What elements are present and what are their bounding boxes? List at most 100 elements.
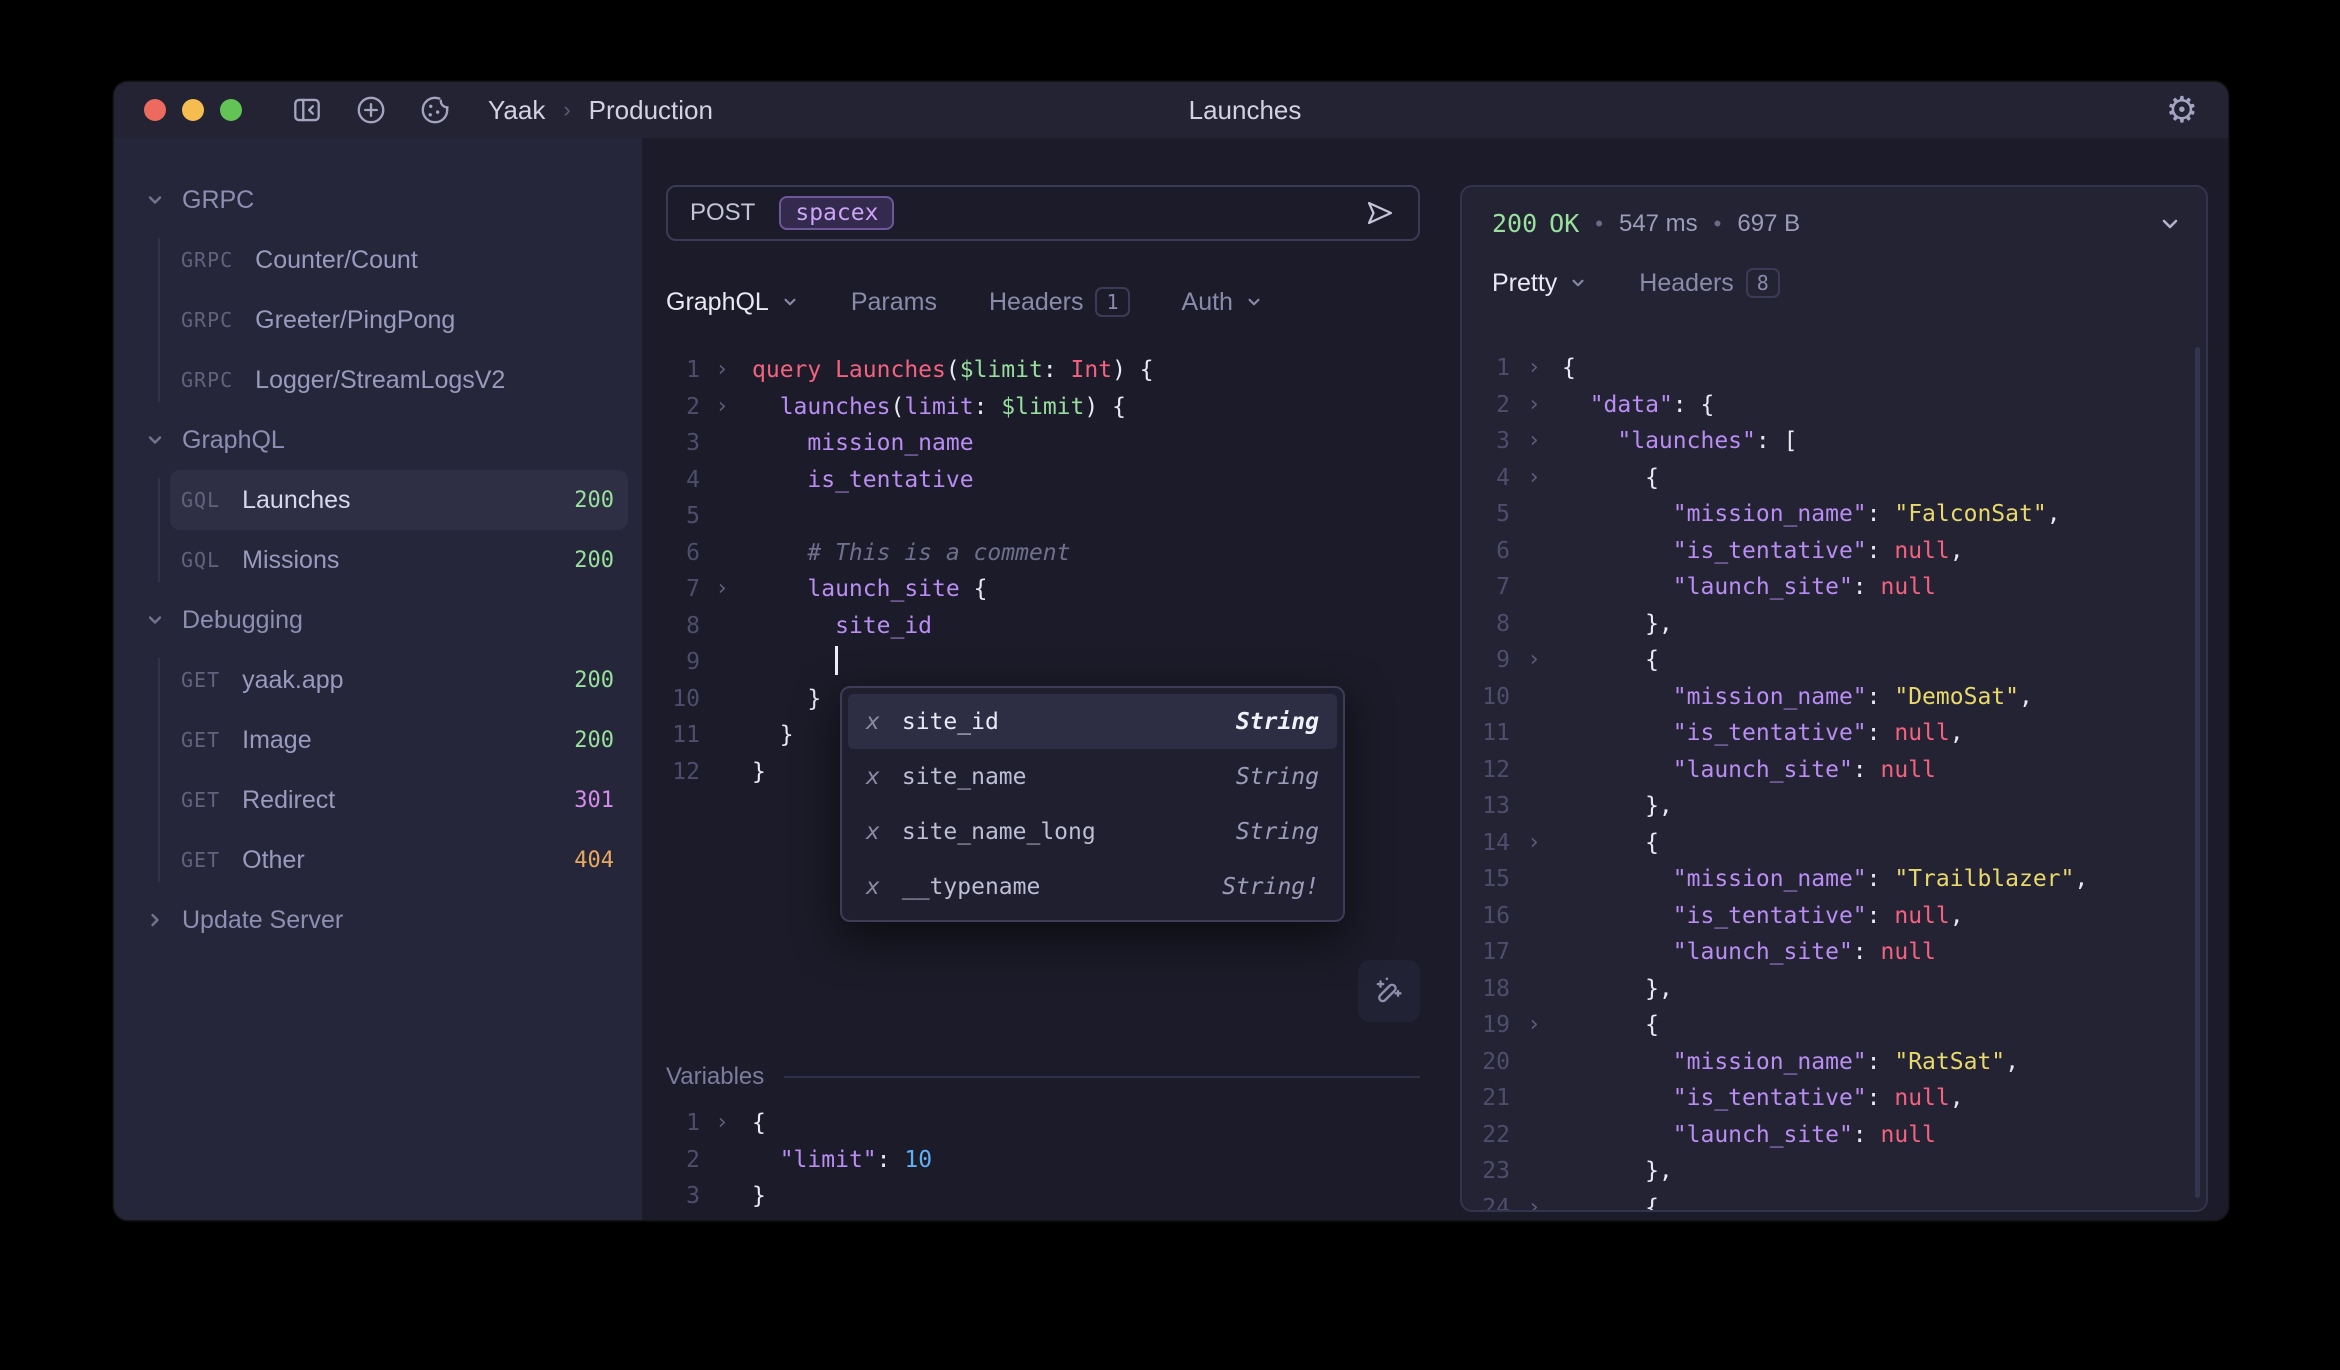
minimize-window-button[interactable] (182, 99, 204, 121)
tab-label: Auth (1182, 288, 1233, 317)
line-number: 18 (1482, 971, 1510, 1008)
tab-params[interactable]: Params (851, 288, 937, 317)
code-line: 12 "launch_site": null (1482, 752, 2206, 789)
line-number: 5 (1482, 496, 1510, 533)
toggle-sidebar-icon[interactable] (290, 93, 324, 127)
code-line: 18 }, (1482, 971, 2206, 1008)
url-template-pill[interactable]: spacex (779, 196, 894, 230)
line-number: 21 (1482, 1080, 1510, 1117)
request-name: Other (242, 846, 305, 875)
breadcrumb-workspace[interactable]: Production (589, 95, 713, 126)
autocomplete-dropdown: xsite_idStringxsite_nameStringxsite_name… (840, 686, 1345, 922)
code-line: 3 mission_name (666, 425, 1420, 462)
fold-chevron-icon[interactable]: › (1510, 350, 1558, 387)
variables-divider (784, 1076, 1420, 1078)
status-badge: 301 (574, 788, 614, 813)
code-line: 16 "is_tentative": null, (1482, 898, 2206, 935)
line-number: 3 (1482, 423, 1510, 460)
cookies-icon[interactable] (418, 93, 452, 127)
code-line: 3} (666, 1178, 1420, 1215)
tab-pretty[interactable]: Pretty (1492, 269, 1587, 298)
line-number: 6 (1482, 533, 1510, 570)
response-body-viewer[interactable]: 1›{2› "data": {3› "launches": [4› {5 "mi… (1462, 350, 2206, 1210)
code-text: launch_site { (744, 571, 987, 608)
request-method-label: GET (181, 788, 220, 812)
settings-gear-icon[interactable]: ⚙ (2166, 92, 2198, 128)
sidebar-item-image[interactable]: GETImage200 (170, 710, 628, 770)
autocomplete-item-site-id[interactable]: xsite_idString (848, 694, 1337, 749)
autocomplete-item-site-name-long[interactable]: xsite_name_longString (848, 804, 1337, 859)
code-line: 9› { (1482, 642, 2206, 679)
new-request-icon[interactable] (354, 93, 388, 127)
collapse-response-icon[interactable] (2158, 212, 2182, 236)
sidebar-item-missions[interactable]: GQLMissions200 (170, 530, 628, 590)
line-number: 1 (666, 352, 700, 389)
fold-chevron-icon[interactable]: › (1510, 423, 1558, 460)
sidebar-folder-debugging[interactable]: Debugging (114, 590, 642, 650)
sidebar-item-counter-count[interactable]: GRPCCounter/Count (170, 230, 628, 290)
fold-chevron-icon[interactable]: › (700, 352, 744, 389)
sidebar-item-launches[interactable]: GQLLaunches200 (170, 470, 628, 530)
code-text: { (1558, 460, 1659, 497)
line-number: 7 (1482, 569, 1510, 606)
sidebar-section-debugging: DebuggingGETyaak.app200GETImage200GETRed… (114, 590, 642, 890)
sidebar-item-logger-streamlogsv2[interactable]: GRPCLogger/StreamLogsV2 (170, 350, 628, 410)
code-line: 24› { (1482, 1190, 2206, 1211)
code-text: } (744, 717, 794, 754)
autocomplete-item-site-name[interactable]: xsite_nameString (848, 749, 1337, 804)
code-text: mission_name (744, 425, 974, 462)
sidebar-item-redirect[interactable]: GET Redirect 301 (170, 770, 628, 830)
request-method-label: GET (181, 728, 220, 752)
fold-chevron-icon[interactable]: › (700, 389, 744, 426)
variables-editor[interactable]: 1›{2 "limit": 103} (666, 1105, 1420, 1215)
code-text: }, (1558, 1153, 1673, 1190)
request-method-label: GRPC (181, 308, 233, 332)
page-title: Launches (1189, 95, 1302, 126)
fold-chevron-icon[interactable]: › (1510, 1190, 1558, 1211)
tab-headers[interactable]: Headers8 (1639, 268, 1780, 298)
line-number: 2 (666, 1142, 700, 1179)
response-tabs: Pretty Headers8 (1462, 260, 2206, 306)
fold-chevron-icon[interactable]: › (700, 571, 744, 608)
format-code-button[interactable] (1358, 960, 1420, 1022)
line-number: 12 (1482, 752, 1510, 789)
fold-chevron-icon[interactable]: › (700, 1105, 744, 1142)
autocomplete-item-typename[interactable]: x__typenameString! (848, 859, 1337, 914)
line-number: 7 (666, 571, 700, 608)
tab-auth[interactable]: Auth (1182, 288, 1263, 317)
sidebar-folder-graphql[interactable]: GraphQL (114, 410, 642, 470)
code-text: "is_tentative": null, (1558, 715, 1964, 752)
tab-graphql[interactable]: GraphQL (666, 288, 799, 317)
sidebar-item-other[interactable]: GETOther404 (170, 830, 628, 890)
line-number: 8 (666, 608, 700, 645)
sidebar-item-greeter-pingpong[interactable]: GRPCGreeter/PingPong (170, 290, 628, 350)
url-bar[interactable]: POST spacex (666, 185, 1420, 241)
sidebar-folder-update-server[interactable]: Update Server (114, 890, 642, 950)
fold-chevron-icon[interactable]: › (1510, 825, 1558, 862)
request-method-label: GET (181, 668, 220, 692)
sidebar-folder-grpc[interactable]: GRPC (114, 170, 642, 230)
code-text: launches(limit: $limit) { (744, 389, 1126, 426)
fold-chevron-icon[interactable]: › (1510, 460, 1558, 497)
fold-chevron-icon[interactable]: › (1510, 642, 1558, 679)
code-line: 8 site_id (666, 608, 1420, 645)
fold-gutter (1510, 898, 1558, 935)
line-number: 2 (1482, 387, 1510, 424)
sidebar: GRPCGRPCCounter/CountGRPCGreeter/PingPon… (114, 138, 642, 1220)
tab-headers[interactable]: Headers1 (989, 287, 1130, 317)
request-method-label: GET (181, 848, 220, 872)
zoom-window-button[interactable] (220, 99, 242, 121)
status-badge: 200 (574, 488, 614, 513)
code-text: site_id (744, 608, 932, 645)
send-request-icon[interactable] (1364, 197, 1396, 229)
close-window-button[interactable] (144, 99, 166, 121)
breadcrumb-app[interactable]: Yaak (488, 95, 545, 126)
request-name: Redirect (242, 786, 335, 815)
field-kind-icon: x (866, 764, 880, 790)
response-scrollbar[interactable] (2195, 347, 2200, 1198)
sidebar-item-yaak-app[interactable]: GETyaak.app200 (170, 650, 628, 710)
line-number: 3 (666, 425, 700, 462)
fold-chevron-icon[interactable]: › (1510, 387, 1558, 424)
line-number: 19 (1482, 1007, 1510, 1044)
fold-chevron-icon[interactable]: › (1510, 1007, 1558, 1044)
